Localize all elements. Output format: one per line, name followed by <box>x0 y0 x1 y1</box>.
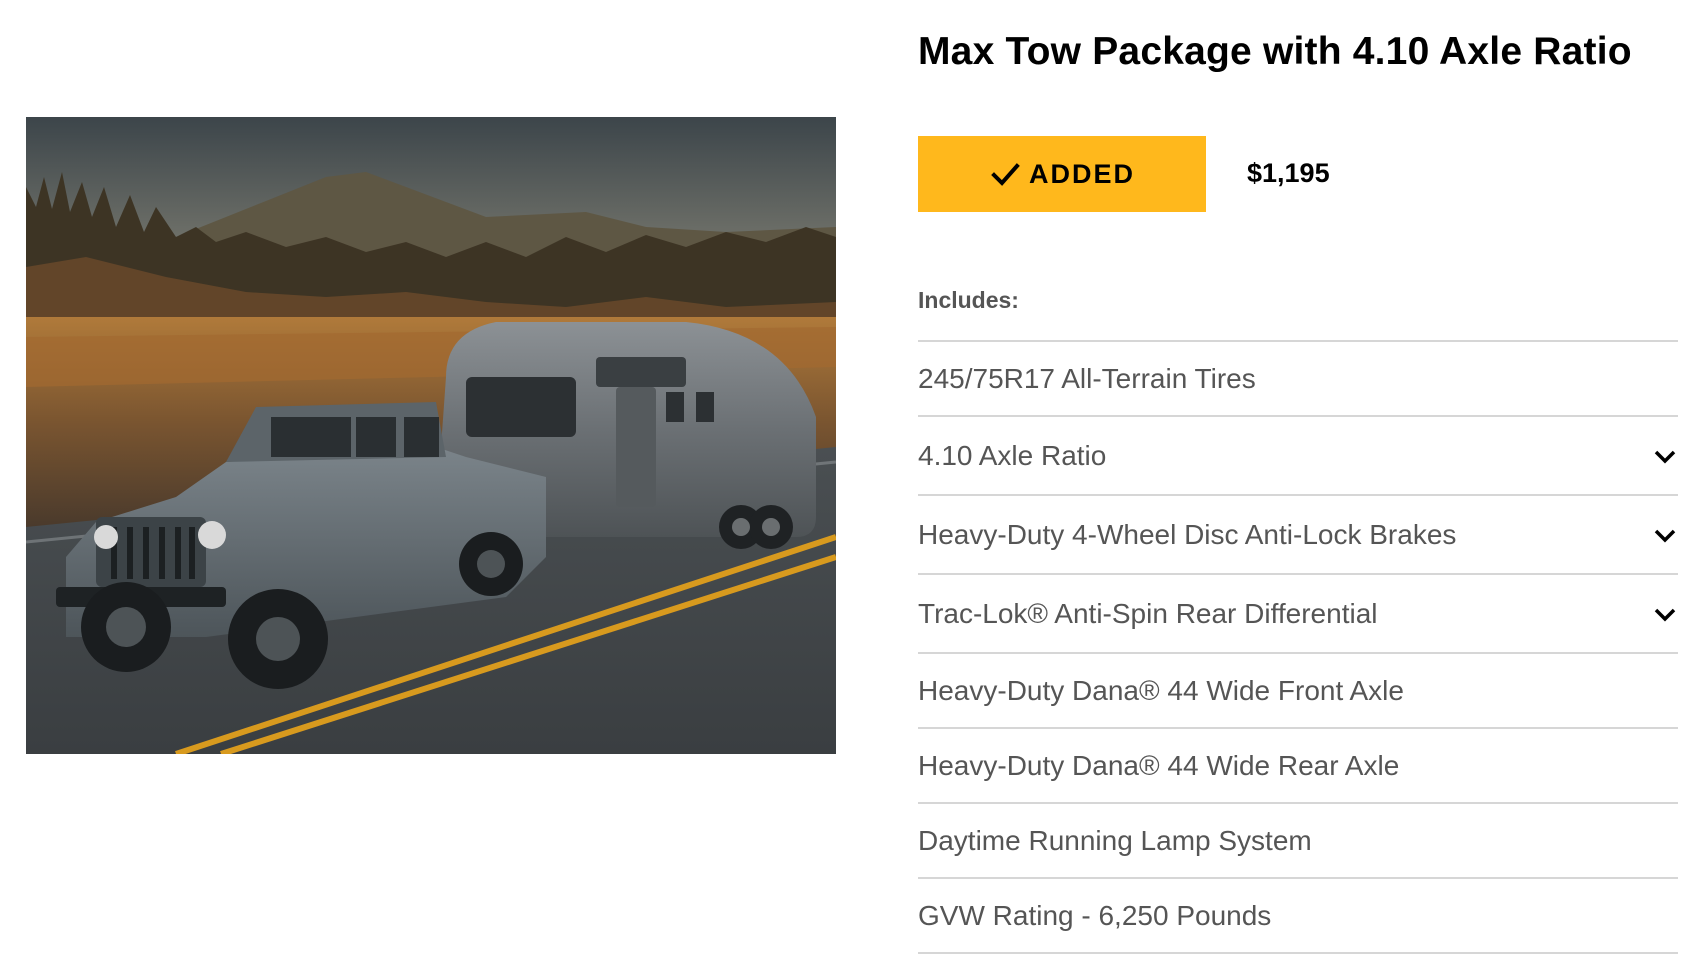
includes-list: 245/75R17 All-Terrain Tires 4.10 Axle Ra… <box>918 340 1678 954</box>
list-item-label: Daytime Running Lamp System <box>918 824 1312 856</box>
package-price: $1,195 <box>1247 158 1330 188</box>
chevron-down-icon[interactable] <box>1652 443 1678 469</box>
includes-label: Includes: <box>918 287 1019 313</box>
added-button-label: ADDED <box>1028 158 1135 189</box>
list-item: 245/75R17 All-Terrain Tires <box>918 342 1678 417</box>
list-item-expandable[interactable]: Trac-Lok® Anti-Spin Rear Differential <box>918 575 1678 654</box>
chevron-down-icon[interactable] <box>1652 601 1678 627</box>
chevron-down-icon[interactable] <box>1652 522 1678 548</box>
list-item-label: 245/75R17 All-Terrain Tires <box>918 362 1256 394</box>
list-item-expandable[interactable]: 4.10 Axle Ratio <box>918 417 1678 496</box>
list-item: GVW Rating - 6,250 Pounds <box>918 879 1678 954</box>
added-button[interactable]: ADDED <box>918 136 1206 212</box>
list-item-label: 4.10 Axle Ratio <box>918 439 1107 471</box>
list-item: Daytime Running Lamp System <box>918 804 1678 879</box>
jeep-trailer-photo <box>26 117 836 754</box>
list-item-label: Heavy-Duty 4-Wheel Disc Anti-Lock Brakes <box>918 518 1457 550</box>
product-image <box>26 117 836 754</box>
list-item: Heavy-Duty Dana® 44 Wide Front Axle <box>918 654 1678 729</box>
list-item-label: Heavy-Duty Dana® 44 Wide Rear Axle <box>918 749 1400 781</box>
list-item-label: Heavy-Duty Dana® 44 Wide Front Axle <box>918 674 1404 706</box>
list-item-label: GVW Rating - 6,250 Pounds <box>918 899 1272 931</box>
package-title: Max Tow Package with 4.10 Axle Ratio <box>918 30 1632 73</box>
list-item-label: Trac-Lok® Anti-Spin Rear Differential <box>918 597 1378 629</box>
check-icon <box>991 163 1020 186</box>
list-item: Heavy-Duty Dana® 44 Wide Rear Axle <box>918 729 1678 804</box>
list-item-expandable[interactable]: Heavy-Duty 4-Wheel Disc Anti-Lock Brakes <box>918 496 1678 575</box>
